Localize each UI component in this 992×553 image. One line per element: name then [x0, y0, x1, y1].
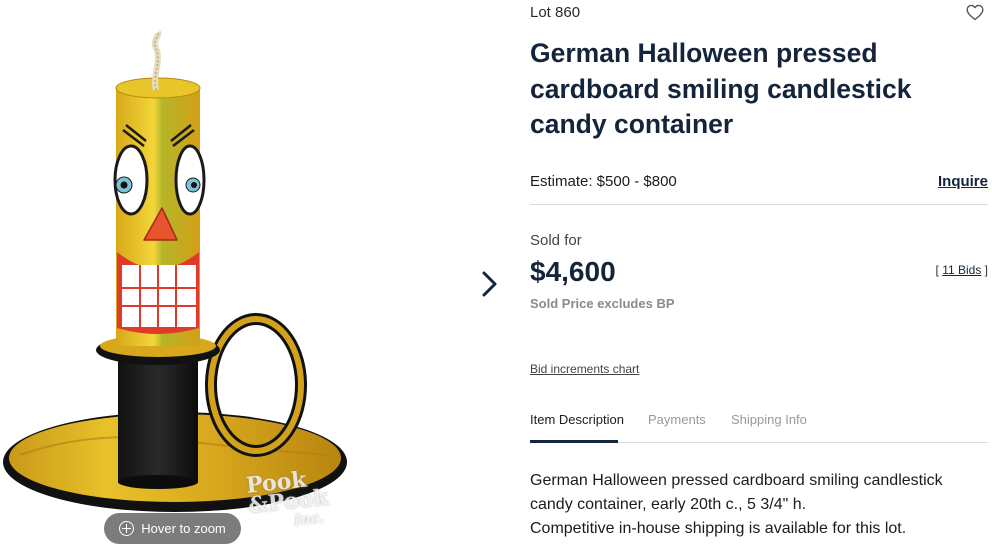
description-text: German Halloween pressed cardboard smili… [530, 472, 943, 513]
hover-to-zoom-badge[interactable]: Hover to zoom [104, 513, 241, 544]
chevron-right-icon[interactable] [474, 266, 504, 302]
tab-item-description[interactable]: Item Description [530, 412, 624, 427]
candlestick-photo [3, 30, 347, 512]
product-image[interactable]: Pook &Pook Inc. Hover to zoom [0, 0, 470, 553]
bid-increments-link[interactable]: Bid increments chart [530, 362, 639, 376]
estimate-range: Estimate: $500 - $800 [530, 173, 677, 190]
lot-title: German Halloween pressed cardboard smili… [530, 38, 912, 139]
bid-count: [ 11 Bids ] [936, 263, 988, 277]
watermark-logo: Pook &Pook Inc. [245, 464, 361, 535]
lot-details-panel: Lot 860 German Halloween pressed cardboa… [530, 0, 988, 553]
plus-circle-icon [119, 521, 135, 536]
info-tabs: Item Description Payments Shipping Info [530, 403, 988, 443]
shipping-note: Competitive in-house shipping is availab… [530, 520, 907, 537]
bids-link[interactable]: 11 Bids [942, 263, 981, 277]
inquire-link[interactable]: Inquire [938, 173, 988, 190]
tab-shipping-info[interactable]: Shipping Info [731, 412, 807, 427]
zoom-hint-label: Hover to zoom [141, 521, 226, 536]
heart-outline-icon[interactable] [966, 4, 984, 21]
sold-price-note: Sold Price excludes BP [530, 296, 675, 311]
item-description: German Halloween pressed cardboard smili… [530, 469, 988, 541]
active-tab-indicator [530, 440, 618, 443]
sold-price: $4,600 [530, 256, 616, 287]
sold-for-label: Sold for [530, 232, 582, 249]
lot-number: Lot 860 [530, 4, 581, 21]
divider [530, 204, 988, 205]
bids-close-bracket: ] [981, 263, 988, 277]
tab-payments[interactable]: Payments [648, 412, 706, 427]
